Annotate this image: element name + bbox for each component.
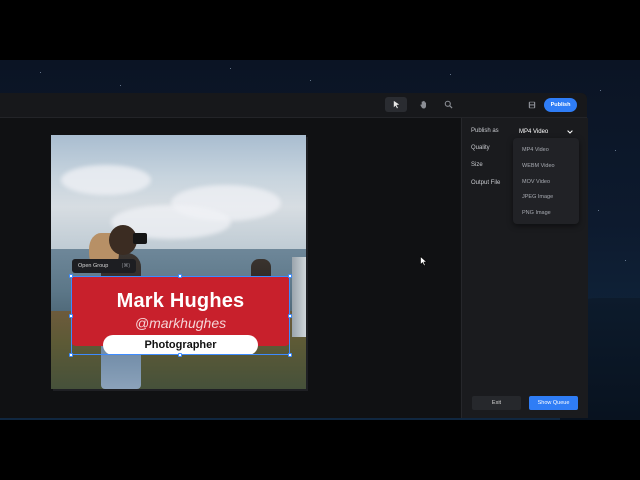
hand-tool-button[interactable] — [412, 97, 434, 112]
dropdown-option[interactable]: MP4 Video — [522, 147, 549, 153]
dropdown-option[interactable]: PNG Image — [522, 210, 551, 216]
open-group-shortcut: (⌘) — [121, 263, 130, 269]
resize-handle[interactable] — [288, 274, 292, 278]
resize-handle[interactable] — [288, 353, 292, 357]
star — [450, 74, 451, 75]
quality-label: Quality — [471, 145, 490, 151]
zoom-tool-button[interactable] — [437, 97, 459, 112]
star — [625, 260, 626, 261]
star — [120, 85, 121, 86]
photo-sky — [51, 135, 306, 255]
pointer-icon — [393, 100, 399, 109]
zoom-icon — [444, 100, 453, 109]
dropdown-option[interactable]: WEBM Video — [522, 163, 555, 169]
publish-button[interactable]: Publish — [544, 98, 577, 112]
open-group-tooltip[interactable]: Open Group (⌘) — [72, 259, 136, 273]
resize-handle[interactable] — [69, 353, 73, 357]
size-label: Size — [471, 162, 483, 168]
resize-handle[interactable] — [69, 314, 73, 318]
toolbar: Publish — [0, 93, 587, 118]
publish-panel: Publish as Quality Size Output File MP4 … — [461, 118, 588, 418]
star — [598, 210, 599, 211]
resize-handle[interactable] — [178, 353, 182, 357]
resize-handle[interactable] — [69, 274, 73, 278]
star — [230, 68, 231, 69]
pointer-tool-button[interactable] — [385, 97, 407, 112]
resize-handle[interactable] — [178, 274, 182, 278]
resize-handle[interactable] — [288, 314, 292, 318]
save-button[interactable] — [526, 98, 538, 111]
chevron-down-icon — [567, 129, 573, 134]
star — [40, 72, 41, 73]
publish-as-value: MP4 Video — [519, 128, 549, 135]
publish-as-select[interactable]: MP4 Video — [514, 125, 578, 138]
save-icon — [528, 101, 536, 108]
camera-icon — [133, 233, 147, 244]
mouse-cursor-icon — [420, 256, 428, 267]
photo-rock — [292, 257, 306, 337]
show-queue-button[interactable]: Show Queue — [529, 396, 578, 410]
star — [310, 80, 311, 81]
open-group-label: Open Group — [78, 263, 109, 269]
star — [600, 90, 601, 91]
dropdown-option[interactable]: JPEG Image — [522, 194, 553, 200]
format-dropdown: MP4 Video WEBM Video MOV Video JPEG Imag… — [513, 138, 579, 224]
star — [615, 150, 616, 151]
selection-box[interactable] — [71, 276, 290, 355]
output-file-label: Output File — [471, 180, 501, 186]
cloud — [61, 165, 151, 195]
hand-icon — [419, 100, 426, 109]
dropdown-option[interactable]: MOV Video — [522, 179, 550, 185]
publish-as-label: Publish as — [471, 128, 499, 134]
exit-button[interactable]: Exit — [472, 396, 521, 410]
